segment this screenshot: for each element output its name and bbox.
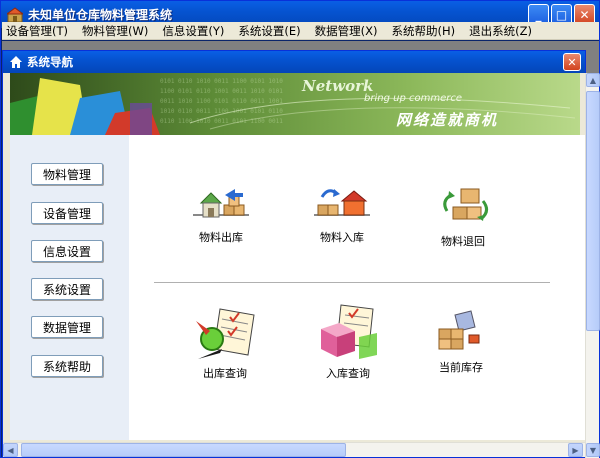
tile-outbound-query-label: 出库查询 (203, 367, 247, 380)
horizontal-scrollbar[interactable]: ◀ ▶ (3, 442, 585, 457)
menu-help[interactable]: 系统帮助(H) (391, 23, 455, 39)
mdi-client: 系统导航 ✕ 0101 0110 1010 0011 1100 0101 101… (2, 41, 600, 458)
svg-text:0110 1100 1010 0011 0101 1100: 0110 1100 1010 0011 0101 1100 0011 (160, 118, 283, 125)
tile-return[interactable]: 物料退回 (415, 185, 511, 249)
banner-chinese: 网络造就商机 (396, 111, 499, 129)
menu-system[interactable]: 系统设置(E) (238, 23, 300, 39)
tile-stock[interactable]: 当前库存 (413, 309, 509, 375)
menu-info[interactable]: 信息设置(Y) (162, 23, 224, 39)
warehouse-in-icon (314, 189, 370, 216)
section-divider (154, 282, 550, 284)
current-stock-icon (438, 310, 480, 350)
banner-word: Network (302, 77, 374, 95)
svg-text:1100 0101 0110 1001 0011 1010: 1100 0101 0110 1001 0011 1010 0101 (160, 88, 283, 95)
tile-stock-label: 当前库存 (439, 361, 483, 374)
menu-device[interactable]: 设备管理(T) (6, 23, 68, 39)
vertical-scroll-thumb[interactable] (586, 91, 600, 331)
inbound-query-icon (321, 304, 377, 359)
menu-material[interactable]: 物料管理(W) (82, 23, 148, 39)
window-title: 未知单位仓库物料管理系统 (28, 8, 173, 22)
left-nav: 物料管理 设备管理 信息设置 系统设置 数据管理 系统帮助 (10, 135, 129, 440)
nav-data-button[interactable]: 数据管理 (31, 316, 103, 338)
warehouse-out-icon (193, 189, 249, 218)
nav-child-window: 系统导航 ✕ 0101 0110 1010 0011 1100 0101 101… (2, 50, 600, 458)
svg-text:0011 1010 1100 0101 0110 0011: 0011 1010 1100 0101 0110 0011 1001 (160, 98, 283, 105)
vertical-scrollbar[interactable]: ▲ ▼ (585, 73, 600, 458)
house-icon (10, 56, 22, 68)
menu-bar: 设备管理(T) 物料管理(W) 信息设置(Y) 系统设置(E) 数据管理(X) … (2, 22, 599, 40)
child-close-button[interactable]: ✕ (563, 53, 581, 71)
tile-inbound-query[interactable]: 入库查询 (300, 303, 396, 381)
tile-outbound-label: 物料出库 (199, 231, 243, 244)
outbound-query-icon (196, 308, 255, 359)
nav-material-button[interactable]: 物料管理 (31, 163, 103, 185)
tile-inbound-query-label: 入库查询 (326, 367, 370, 380)
nav-system-button[interactable]: 系统设置 (31, 278, 103, 300)
child-title: 系统导航 (27, 55, 73, 69)
scroll-left-button[interactable]: ◀ (3, 443, 18, 457)
tile-outbound-query[interactable]: 出库查询 (177, 305, 273, 381)
menu-exit[interactable]: 退出系统(Z) (469, 23, 532, 39)
svg-text:0101 0110 1010 0011 1100 0101: 0101 0110 1010 0011 1100 0101 1010 (160, 78, 283, 85)
app-icon (7, 6, 23, 22)
tile-outbound[interactable]: 物料出库 (173, 185, 269, 245)
tile-inbound[interactable]: 物料入库 (294, 185, 390, 245)
main-window: 未知单位仓库物料管理系统 _ □ ✕ 设备管理(T) 物料管理(W) 信息设置(… (0, 0, 600, 458)
tile-return-label: 物料退回 (441, 235, 485, 248)
content-area: 物料管理 设备管理 信息设置 系统设置 数据管理 系统帮助 物料出库 物料入库 … (10, 135, 585, 440)
scroll-right-button[interactable]: ▶ (568, 443, 583, 457)
banner: 0101 0110 1010 0011 1100 0101 1010 1100 … (10, 73, 580, 135)
banner-slogan: bring up commerce (364, 93, 462, 104)
nav-device-button[interactable]: 设备管理 (31, 202, 103, 224)
material-return-icon (443, 188, 488, 221)
menu-data[interactable]: 数据管理(X) (315, 23, 378, 39)
horizontal-scroll-thumb[interactable] (21, 443, 346, 457)
scroll-up-button[interactable]: ▲ (586, 73, 600, 87)
nav-info-button[interactable]: 信息设置 (31, 240, 103, 262)
nav-help-button[interactable]: 系统帮助 (31, 355, 103, 377)
tile-inbound-label: 物料入库 (320, 231, 364, 244)
child-title-bar[interactable]: 系统导航 ✕ (3, 51, 585, 73)
scroll-down-button[interactable]: ▼ (586, 443, 600, 457)
